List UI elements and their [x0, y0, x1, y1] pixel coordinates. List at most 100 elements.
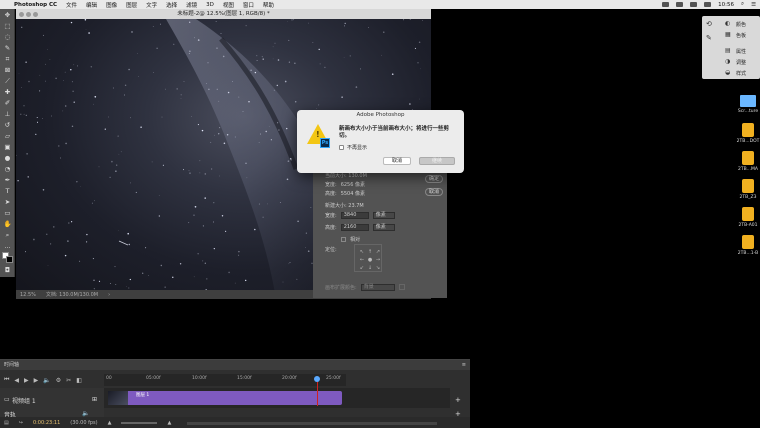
history-brush-tool-icon[interactable]: ↺: [3, 121, 12, 129]
playhead-handle[interactable]: [314, 376, 320, 382]
volume-icon[interactable]: [704, 2, 712, 7]
gradient-tool-icon[interactable]: ▣: [3, 143, 12, 151]
status-arrow-icon[interactable]: ›: [108, 292, 110, 298]
swatches-panel-icon[interactable]: ▦: [725, 31, 731, 38]
zoom-level[interactable]: 12.5%: [20, 292, 36, 298]
brush-panel-icon[interactable]: ✎: [706, 34, 712, 42]
blur-tool-icon[interactable]: ●: [3, 154, 12, 162]
status-icon[interactable]: [662, 2, 670, 7]
desktop-drive[interactable]: 2TB...DOT: [736, 123, 760, 144]
menu-type[interactable]: 文字: [146, 1, 157, 9]
healing-brush-tool-icon[interactable]: ✚: [3, 88, 12, 96]
render-icon[interactable]: ▤: [4, 420, 9, 426]
properties-panel-icon[interactable]: ▤: [725, 47, 731, 54]
panel-swatches[interactable]: 色板: [736, 32, 746, 39]
video-group-name[interactable]: 视频组 1: [12, 396, 36, 405]
timeline-ruler[interactable]: 00 05:00f 10:00f 15:00f 20:00f 25:00f: [104, 374, 346, 386]
color-panel-icon[interactable]: ◐: [725, 20, 730, 27]
move-tool-icon[interactable]: ✥: [3, 11, 12, 19]
current-timecode[interactable]: 0:00:23:11: [33, 420, 60, 426]
horizontal-scrollbar[interactable]: [187, 421, 438, 425]
anchor-arrow-icon[interactable]: ←: [358, 256, 366, 264]
panel-menu-icon[interactable]: ≡: [462, 360, 466, 370]
add-media-icon[interactable]: +: [455, 396, 461, 404]
zoom-tool-icon[interactable]: ⌕: [3, 231, 12, 239]
rectangle-tool-icon[interactable]: ▭: [3, 209, 12, 217]
timeline-title[interactable]: 时间轴: [4, 362, 19, 368]
anchor-arrow-icon[interactable]: ↖: [358, 248, 366, 256]
dodge-tool-icon[interactable]: ◔: [3, 165, 12, 173]
close-window-icon[interactable]: [19, 12, 24, 17]
video-clip[interactable]: 图层 1: [108, 391, 342, 405]
frame-tool-icon[interactable]: ⊠: [3, 66, 12, 74]
audio-icon[interactable]: 🔈: [43, 377, 50, 384]
menu-filter[interactable]: 滤镜: [186, 1, 197, 9]
zoom-slider[interactable]: [121, 422, 158, 424]
relative-checkbox[interactable]: [341, 236, 346, 242]
eraser-tool-icon[interactable]: ▱: [3, 132, 12, 140]
zoom-out-icon[interactable]: ▲: [108, 420, 112, 426]
document-title-bar[interactable]: 未标题-2@ 12.5%(图层 1, RGB/8) *: [16, 9, 431, 19]
desktop-drive[interactable]: 2TB...MA: [736, 151, 760, 172]
panel-styles[interactable]: 样式: [736, 70, 746, 77]
menu-3d[interactable]: 3D: [206, 2, 214, 8]
wifi-icon[interactable]: [690, 2, 698, 7]
path-select-tool-icon[interactable]: ➤: [3, 198, 12, 206]
dont-show-again-checkbox[interactable]: [339, 145, 344, 150]
document-info[interactable]: 文档: 130.0M/130.0M: [46, 291, 98, 298]
settings-icon[interactable]: ⚙: [56, 377, 61, 384]
eyedropper-tool-icon[interactable]: ⟋: [3, 77, 12, 85]
background-color-swatch[interactable]: [6, 256, 13, 263]
menu-help[interactable]: 帮助: [263, 1, 274, 9]
brush-tool-icon[interactable]: ✐: [3, 99, 12, 107]
anchor-arrow-icon[interactable]: ↘: [374, 264, 382, 272]
hand-tool-icon[interactable]: ✋: [3, 220, 12, 228]
quick-select-tool-icon[interactable]: ✎: [3, 44, 12, 52]
new-width-unit-select[interactable]: 像素: [372, 211, 395, 219]
history-panel-icon[interactable]: ⟲: [706, 20, 712, 28]
clock[interactable]: 10:56: [718, 2, 734, 8]
menu-image[interactable]: 图像: [106, 1, 117, 9]
search-icon[interactable]: ⌕: [741, 1, 744, 8]
alert-cancel-button[interactable]: 取消: [383, 157, 411, 165]
convert-icon[interactable]: ↪: [19, 420, 23, 426]
new-width-field[interactable]: 3840: [340, 211, 369, 219]
menu-app-name[interactable]: Photoshop CC: [14, 2, 57, 8]
desktop-drive[interactable]: 2TB_Z3: [736, 179, 760, 200]
anchor-center-icon[interactable]: ●: [366, 256, 374, 264]
anchor-arrow-icon[interactable]: ↙: [358, 264, 366, 272]
alert-continue-button[interactable]: 继续: [419, 157, 455, 165]
styles-panel-icon[interactable]: ◒: [725, 69, 730, 76]
more-tools-icon[interactable]: …: [3, 242, 12, 250]
crop-tool-icon[interactable]: ⌗: [3, 55, 12, 63]
menu-window[interactable]: 窗口: [243, 1, 254, 9]
anchor-arrow-icon[interactable]: ↓: [366, 264, 374, 272]
minimize-window-icon[interactable]: [26, 12, 31, 17]
menu-edit[interactable]: 编辑: [86, 1, 97, 9]
panel-adjustments[interactable]: 调整: [736, 59, 746, 66]
anchor-grid[interactable]: ↖ ↑ ↗ ← ● → ↙ ↓ ↘: [358, 248, 382, 272]
dont-show-again-row[interactable]: 不再显示: [339, 144, 367, 151]
next-frame-icon[interactable]: ▶: [34, 377, 39, 384]
marquee-tool-icon[interactable]: ⬚: [3, 22, 12, 30]
mute-icon[interactable]: 🔈: [82, 410, 89, 417]
extension-color-select[interactable]: 背景: [360, 283, 395, 291]
quick-mask-icon[interactable]: ◘: [3, 266, 12, 274]
menu-select[interactable]: 选择: [166, 1, 177, 9]
desktop-drive[interactable]: 2TB...1-B: [736, 235, 760, 256]
menu-list-icon[interactable]: ☰: [751, 2, 756, 8]
transition-icon[interactable]: ◧: [76, 377, 82, 384]
new-height-field[interactable]: 2160: [340, 223, 369, 231]
desktop-drive[interactable]: 2TB-A01: [736, 207, 760, 228]
new-height-unit-select[interactable]: 像素: [372, 223, 395, 231]
playhead-line[interactable]: [317, 380, 318, 406]
panel-properties[interactable]: 属性: [736, 48, 746, 55]
cancel-button[interactable]: 取消: [425, 188, 443, 196]
zoom-window-icon[interactable]: [33, 12, 38, 17]
first-frame-icon[interactable]: ⏮: [4, 376, 9, 384]
extension-color-swatch[interactable]: [398, 284, 405, 290]
play-icon[interactable]: ▶: [24, 377, 29, 384]
adjustments-panel-icon[interactable]: ◑: [725, 58, 730, 65]
type-tool-icon[interactable]: T: [3, 187, 12, 195]
anchor-arrow-icon[interactable]: →: [374, 256, 382, 264]
